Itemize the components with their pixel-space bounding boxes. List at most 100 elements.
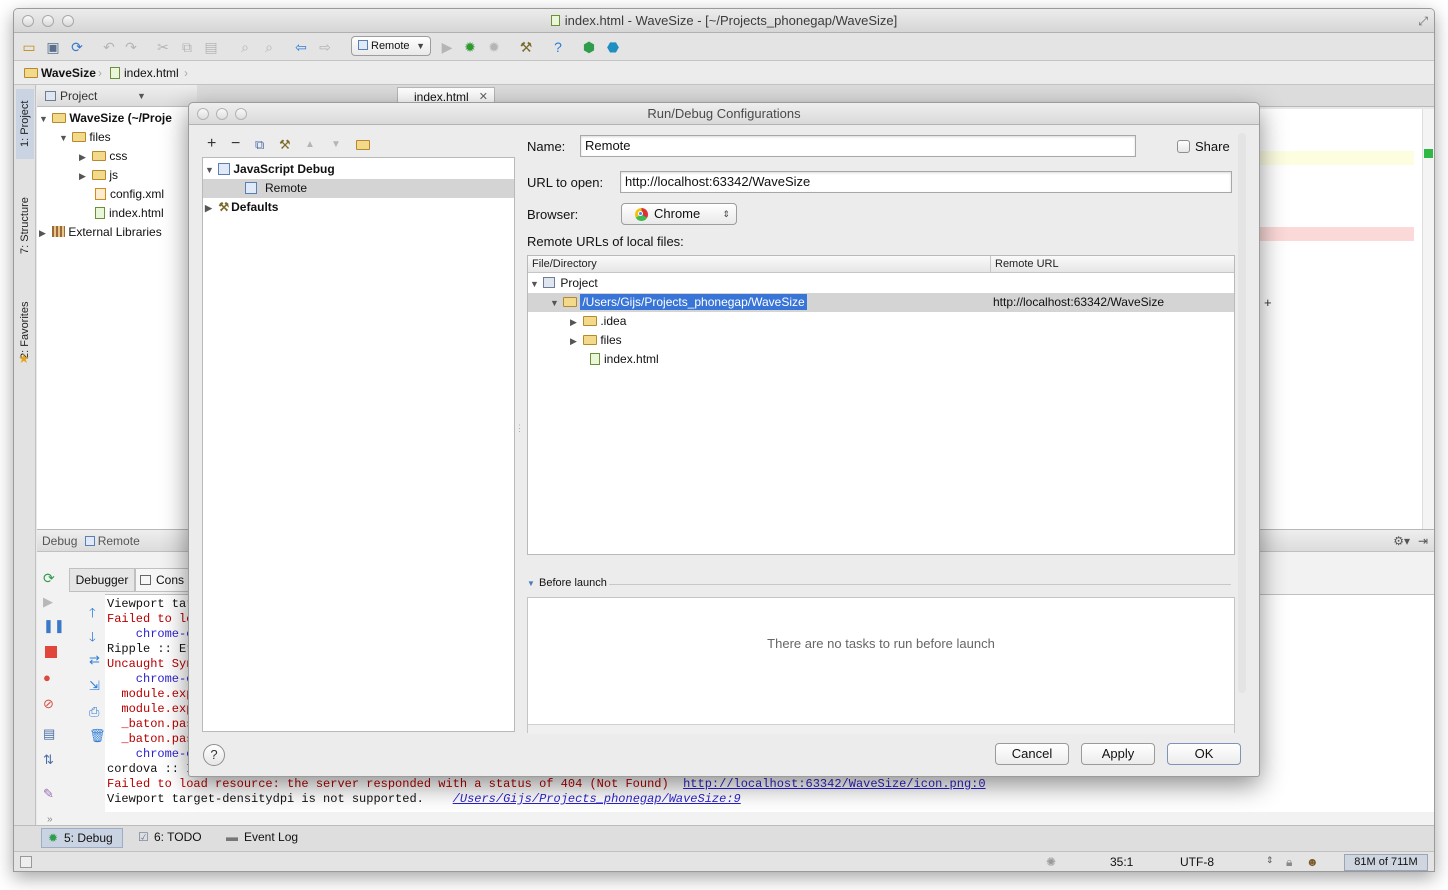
expand-arrow-icon[interactable]: ▶ <box>570 332 580 351</box>
url-field[interactable]: http://localhost:63342/WaveSize <box>620 171 1232 193</box>
close-dialog-button[interactable] <box>197 108 209 120</box>
remove-icon[interactable]: − <box>231 135 240 153</box>
collapse-arrow-icon[interactable]: ▼ <box>59 129 69 148</box>
breadcrumb-project[interactable]: WaveSize <box>24 65 96 81</box>
folder-icon[interactable] <box>356 140 370 150</box>
tab-debugger[interactable]: Debugger <box>69 568 135 592</box>
table-row[interactable]: ▶ .idea <box>570 312 626 331</box>
plugin-icon[interactable]: ⬢ <box>580 38 598 56</box>
more-icon[interactable]: » <box>47 814 53 825</box>
inspector-icon[interactable]: ☻ <box>1306 855 1319 869</box>
pause-icon[interactable]: ❚❚ <box>43 618 65 634</box>
console-line[interactable]: chrome-e <box>107 672 194 687</box>
project-panel-title[interactable]: Project <box>60 89 97 103</box>
table-row[interactable]: ▶ files <box>570 331 622 350</box>
collapse-arrow-icon[interactable]: ▼ <box>39 110 49 129</box>
move-up-icon[interactable]: ▲ <box>305 139 315 150</box>
sort-icon[interactable]: ⇅ <box>43 752 54 768</box>
memory-indicator[interactable]: 81M of 711M <box>1344 854 1428 871</box>
apply-button[interactable]: Apply <box>1081 743 1155 765</box>
collapse-arrow-icon[interactable]: ▼ <box>530 275 540 294</box>
minimize-window-button[interactable] <box>42 15 54 27</box>
redo-icon[interactable]: ↷ <box>122 38 140 56</box>
chevron-down-icon[interactable]: ▼ <box>137 85 146 107</box>
tab-todo[interactable]: ☑ 6: TODO <box>136 828 216 848</box>
tree-node-index-html[interactable]: index.html <box>95 204 164 223</box>
share-checkbox[interactable] <box>1177 140 1190 153</box>
close-window-button[interactable] <box>22 15 34 27</box>
tree-node-wavesize[interactable]: ▼ WaveSize (~/Proje <box>39 109 172 128</box>
gear-icon[interactable]: ⚙▾ <box>1393 530 1410 552</box>
tree-node-files[interactable]: ▼ files <box>59 128 111 147</box>
phonegap-icon[interactable]: ⬣ <box>604 38 622 56</box>
expand-arrow-icon[interactable]: ▶ <box>39 224 49 243</box>
console-error-link[interactable]: http://localhost:63342/WaveSize/icon.png… <box>683 777 985 791</box>
help-icon[interactable]: ? <box>549 38 567 56</box>
expand-arrow-icon[interactable]: ▶ <box>79 148 89 167</box>
wrap-icon[interactable]: ⇄ <box>89 652 100 668</box>
expand-arrow-icon[interactable]: ▶ <box>570 313 580 332</box>
stop-icon[interactable] <box>45 646 57 658</box>
expand-arrow-icon[interactable]: ▶ <box>205 199 215 218</box>
splitter-handle-icon[interactable]: ⋮ <box>515 423 524 434</box>
view-breakpoints-icon[interactable]: ● <box>43 670 51 685</box>
before-launch-list[interactable]: There are no tasks to run before launch <box>527 597 1235 734</box>
debug-bug-icon[interactable]: ✹ <box>461 38 479 56</box>
breadcrumb-file[interactable]: index.html <box>110 65 179 81</box>
save-icon[interactable]: ▣ <box>44 38 62 56</box>
cut-icon[interactable]: ✂ <box>154 38 172 56</box>
up-arrow-icon[interactable]: 🡑 <box>89 604 96 626</box>
hide-panel-icon[interactable]: ⇥ <box>1418 530 1428 552</box>
add-icon[interactable]: + <box>207 135 216 153</box>
cancel-button[interactable]: Cancel <box>995 743 1069 765</box>
tab-structure[interactable]: 7: Structure <box>16 181 34 271</box>
tree-node-external-libraries[interactable]: ▶ External Libraries <box>39 223 162 242</box>
collapse-arrow-icon[interactable]: ▼ <box>205 161 215 180</box>
table-row[interactable]: index.html <box>590 350 659 369</box>
remote-url-cell[interactable]: http://localhost:63342/WaveSize <box>993 293 1164 312</box>
tree-group-defaults[interactable]: ▶ ⚒ Defaults <box>205 198 278 217</box>
before-launch-label[interactable]: Before launch <box>539 577 607 589</box>
dialog-scrollbar[interactable] <box>1238 133 1246 693</box>
run-icon[interactable]: ▶ <box>438 38 456 56</box>
pin-icon[interactable]: ✎ <box>43 786 54 802</box>
scroll-to-end-icon[interactable]: ⇲ <box>89 678 100 694</box>
editor-area[interactable]: + <box>1254 109 1434 529</box>
rerun-icon[interactable]: ⟳ <box>43 570 55 587</box>
find-icon[interactable]: ⌕ <box>236 38 254 56</box>
console-source-link[interactable]: /Users/Gijs/Projects_phonegap/WaveSize:9 <box>453 792 741 806</box>
open-folder-icon[interactable]: ▭ <box>20 38 38 56</box>
zoom-window-button[interactable] <box>62 15 74 27</box>
expand-arrow-icon[interactable]: ▶ <box>79 167 89 186</box>
resume-icon[interactable]: ▶ <box>43 594 53 610</box>
replace-icon[interactable]: ⌕ <box>260 38 278 56</box>
remote-urls-table[interactable]: File/Directory Remote URL ▼ Project ▼ /U… <box>527 255 1235 555</box>
down-arrow-icon[interactable]: 🡓 <box>89 628 96 650</box>
browser-select[interactable]: Chrome ⇕ <box>621 203 737 225</box>
toggle-tool-windows-icon[interactable] <box>20 856 32 868</box>
sync-icon[interactable]: ⟳ <box>68 38 86 56</box>
column-header-remote[interactable]: Remote URL <box>991 256 1234 273</box>
coverage-icon[interactable]: ✹ <box>485 38 503 56</box>
name-field[interactable]: Remote <box>580 135 1136 157</box>
config-tree[interactable]: ▼ JavaScript Debug Remote ▶ ⚒ Defaults <box>202 157 515 732</box>
forward-icon[interactable]: ⇨ <box>316 38 334 56</box>
tab-project[interactable]: 1: Project <box>16 89 34 159</box>
ok-button[interactable]: OK <box>1167 743 1241 765</box>
undo-icon[interactable]: ↶ <box>100 38 118 56</box>
edit-defaults-icon[interactable]: ⚒ <box>279 137 291 153</box>
tab-debug[interactable]: ✹ 5: Debug <box>41 828 123 848</box>
tree-item-remote[interactable]: Remote <box>203 179 514 198</box>
settings-wrench-icon[interactable]: ⚒ <box>517 38 535 56</box>
mute-breakpoints-icon[interactable]: ⊘ <box>43 696 54 712</box>
paste-icon[interactable]: ▤ <box>202 38 220 56</box>
console-line[interactable]: chrome-e <box>107 627 194 642</box>
clear-icon[interactable]: 🗑 <box>89 728 106 744</box>
help-button[interactable]: ? <box>203 744 225 766</box>
print-icon[interactable]: ⎙ <box>89 704 99 720</box>
tab-event-log[interactable]: ▬ Event Log <box>224 828 314 848</box>
zoom-dialog-button[interactable] <box>235 108 247 120</box>
fullscreen-icon[interactable]: ⤢ <box>1418 9 1428 33</box>
console-line[interactable]: chrome-e <box>107 747 194 762</box>
collapse-arrow-icon[interactable]: ▼ <box>550 294 560 313</box>
